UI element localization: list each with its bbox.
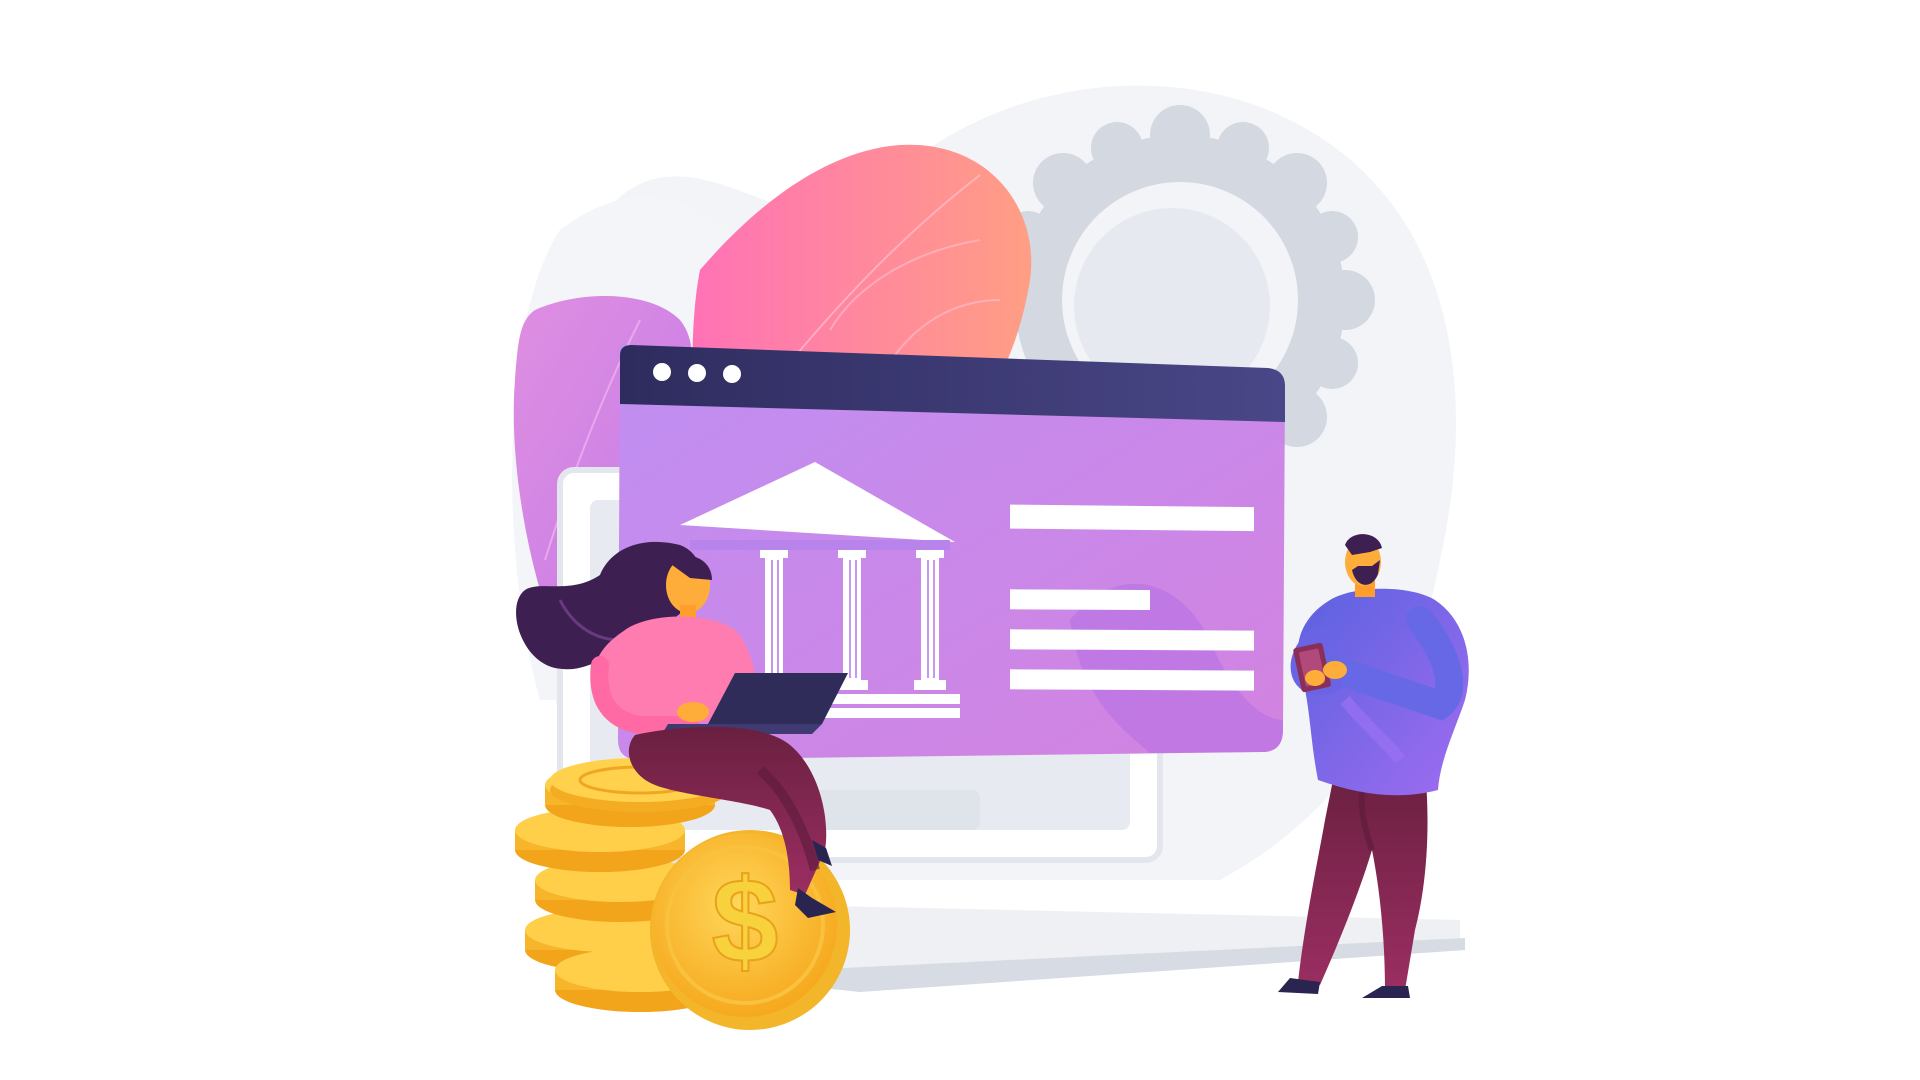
window-dot-2 xyxy=(688,364,706,382)
window-dot-1 xyxy=(653,363,671,381)
text-line-1 xyxy=(1010,504,1254,532)
text-line-4 xyxy=(1010,669,1254,691)
banking-illustration: $ xyxy=(512,85,1469,1030)
text-line-3 xyxy=(1010,629,1254,651)
dollar-sign: $ xyxy=(712,854,779,988)
window-dot-3 xyxy=(723,365,741,383)
text-line-2 xyxy=(1010,589,1150,611)
